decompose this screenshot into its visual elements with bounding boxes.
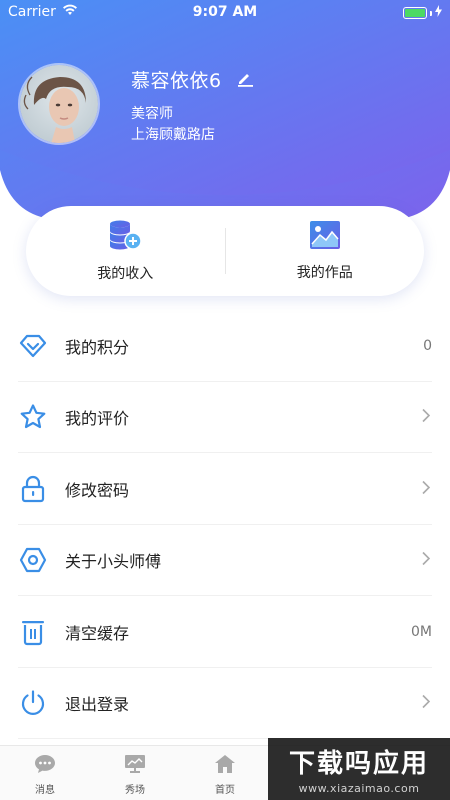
edit-icon[interactable] (236, 69, 254, 91)
user-role: 美容师 (131, 106, 173, 122)
trash-icon (18, 617, 48, 647)
user-name: 慕容依依6 (131, 70, 222, 92)
chevron-right-icon (422, 408, 431, 427)
picture-icon (309, 220, 341, 254)
chevron-right-icon (422, 551, 431, 570)
tab-home[interactable]: 首页 (180, 746, 270, 800)
battery-icon (403, 7, 427, 19)
my-works-button[interactable]: 我的作品 (226, 206, 425, 296)
status-time: 9:07 AM (192, 4, 258, 20)
power-icon (18, 688, 48, 718)
watermark-url: www.xiazaimao.com (298, 782, 420, 795)
menu-item-label: 我的评价 (65, 409, 130, 429)
menu-item-label: 关于小头师傅 (65, 552, 162, 572)
my-works-label: 我的作品 (296, 265, 353, 281)
tab-label: 首页 (215, 785, 235, 796)
my-income-label: 我的收入 (97, 266, 154, 282)
chevron-right-icon (422, 479, 431, 498)
chat-icon (34, 754, 56, 778)
menu-item-label: 修改密码 (65, 480, 130, 500)
cache-size-value: 0M (411, 623, 432, 640)
watermark: 下载吗应用 www.xiazaimao.com (268, 738, 450, 800)
menu-item-points[interactable]: 我的积分 0 (0, 310, 450, 382)
menu-item-change-password[interactable]: 修改密码 (0, 453, 450, 525)
quick-access-card: 我的收入 我的作品 (26, 206, 424, 296)
menu-item-label: 我的积分 (65, 337, 130, 357)
tab-messages[interactable]: 消息 (0, 746, 90, 800)
profile-screen: Carrier 9:07 AM 慕容依依6 美容师 上海顾戴路店 我的收入 我的… (0, 0, 450, 800)
hexagon-icon (18, 545, 48, 575)
user-store: 上海顾戴路店 (131, 127, 215, 143)
battery-indicator (403, 5, 442, 21)
star-icon (18, 402, 48, 432)
profile-details: 美容师 上海顾戴路店 (131, 104, 215, 146)
diamond-icon (18, 331, 48, 361)
my-income-button[interactable]: 我的收入 (26, 206, 225, 296)
home-icon (214, 754, 236, 778)
menu-item-clear-cache[interactable]: 清空缓存 0M (0, 596, 450, 668)
presentation-icon (124, 754, 146, 778)
tab-showcase[interactable]: 秀场 (90, 746, 180, 800)
menu-item-label: 退出登录 (65, 695, 130, 715)
coins-plus-icon (108, 219, 142, 255)
points-value: 0 (423, 337, 432, 354)
status-bar: Carrier 9:07 AM (0, 0, 450, 24)
menu-item-logout[interactable]: 退出登录 (0, 668, 450, 740)
charging-icon (435, 5, 442, 21)
menu-item-reviews[interactable]: 我的评价 (0, 382, 450, 454)
tab-label: 秀场 (125, 785, 145, 796)
lock-icon (18, 474, 48, 504)
tab-label: 消息 (35, 785, 55, 796)
chevron-right-icon (422, 694, 431, 713)
menu-list: 我的积分 0 我的评价 修改密码 关于小头师傅 清空缓存 0M 退出登录 (0, 310, 450, 739)
avatar[interactable] (18, 63, 100, 145)
name-row: 慕容依依6 (131, 66, 254, 93)
watermark-title: 下载吗应用 (288, 749, 429, 779)
menu-item-label: 清空缓存 (65, 623, 130, 643)
menu-item-about[interactable]: 关于小头师傅 (0, 525, 450, 597)
